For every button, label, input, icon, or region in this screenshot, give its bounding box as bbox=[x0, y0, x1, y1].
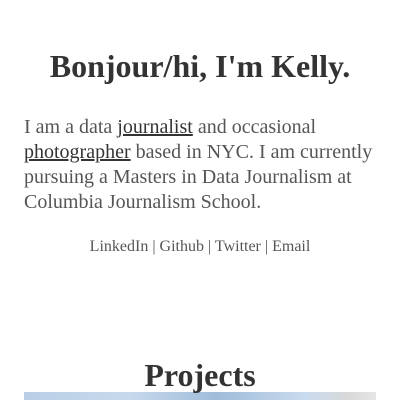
intro-text-2: and occasional bbox=[192, 116, 317, 138]
github-link[interactable]: Github bbox=[160, 238, 204, 255]
separator: | bbox=[264, 238, 269, 255]
social-links: LinkedIn | Github | Twitter | Email bbox=[0, 237, 400, 257]
intro-text-1: I am a data bbox=[24, 116, 118, 138]
photographer-link[interactable]: photographer bbox=[24, 141, 131, 163]
journalist-link[interactable]: journalist bbox=[117, 116, 193, 138]
projects-heading: Projects bbox=[144, 357, 256, 393]
linkedin-link[interactable]: LinkedIn bbox=[90, 238, 149, 255]
separator: | bbox=[207, 238, 212, 255]
email-link[interactable]: Email bbox=[272, 238, 310, 255]
twitter-link[interactable]: Twitter bbox=[215, 238, 261, 255]
page: Bonjour/hi, I'm Kelly. I am a data journ… bbox=[0, 0, 400, 400]
separator: | bbox=[152, 238, 156, 255]
page-title: Bonjour/hi, I'm Kelly. bbox=[49, 48, 351, 84]
intro-paragraph: I am a data journalist and occasional ph… bbox=[24, 115, 380, 215]
